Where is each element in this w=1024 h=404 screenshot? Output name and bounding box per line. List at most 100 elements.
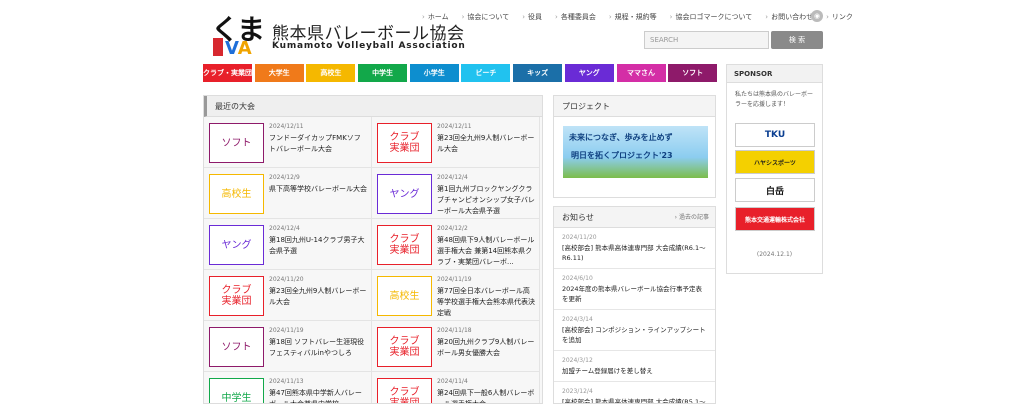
tournament-title[interactable]: 第1回九州ブロックヤングクラブチャンピオンシップ女子バレーボール大会県予選 — [437, 184, 535, 217]
category-tab[interactable]: キッズ — [513, 64, 563, 82]
topnav-officers[interactable]: 役員 — [522, 12, 542, 22]
recent-tournaments-title: 最近の大会 — [204, 96, 542, 117]
tournament-category-badge: ソフト — [209, 123, 264, 163]
tournament-date: 2024/12/11 — [437, 123, 472, 130]
news-item[interactable]: 2024/11/20 [高校部会] 熊本県高体連専門部 大会成績(R6.1～R6.… — [554, 228, 715, 269]
topnav-logo-mark[interactable]: 協会ロゴマークについて — [670, 12, 752, 22]
tournament-item[interactable]: クラブ 実業団 2024/11/18 第20回九州クラブ9人制バレーボール男女優勝大… — [372, 321, 540, 372]
tournament-category-badge: 中学生 — [209, 378, 264, 403]
news-item[interactable]: 2024/3/12 加盟チーム登録届けを差し替え — [554, 351, 715, 382]
tournament-item[interactable]: ソフト 2024/11/19 第18回 ソフトバレー生涯現役フェスティバルinやつし… — [204, 321, 372, 372]
category-tab[interactable]: ママさん — [616, 64, 666, 82]
tournament-item[interactable]: クラブ 実業団 2024/11/4 第24回県下一般6人制バレーボール選手権大会 — [372, 372, 540, 403]
category-tab[interactable]: ビーチ — [461, 64, 511, 82]
news-title-text[interactable]: [高校部会] 熊本県高体連専門部 大会成績(R6.1～R6.11) — [562, 243, 707, 263]
category-tab[interactable]: ソフト — [668, 64, 718, 82]
logo-red-bar — [213, 38, 223, 56]
sponsor-panel: SPONSOR 私たちは熊本県のバレーボーラーを応援します！ TKU ハヤシスポー… — [726, 64, 823, 274]
category-tab[interactable]: ヤング — [564, 64, 614, 82]
project-panel: プロジェクト 未来につなぎ、歩みを止めず 明日を拓くプロジェクト'23 — [553, 95, 716, 198]
category-tab[interactable]: クラブ・実業団 — [203, 64, 252, 82]
tournament-title[interactable]: フンドーダイカップFMKソフトバレーボール大会 — [269, 133, 367, 155]
news-list: 2024/11/20 [高校部会] 熊本県高体連専門部 大会成績(R6.1～R6.… — [554, 228, 715, 403]
past-articles-link[interactable]: › 過去の記事 — [675, 207, 709, 228]
top-navigation: ホーム 協会について 役員 各種委員会 規程・規約等 協会ロゴマークについて お… — [422, 12, 866, 22]
topnav-home[interactable]: ホーム — [422, 12, 449, 22]
tournament-title[interactable]: 県下高等学校バレーボール大会 — [269, 184, 367, 195]
tournament-title[interactable]: 第47回熊本県中学新人バレーボール大会兼県中学校 — [269, 388, 367, 403]
tournament-item[interactable]: ソフト 2024/12/11 フンドーダイカップFMKソフトバレーボール大会 — [204, 117, 372, 168]
news-item[interactable]: 2024/6/10 2024年度の熊本県バレーボール協会行事予定表を更新 — [554, 269, 715, 310]
rss-icon[interactable]: ◉ — [811, 10, 823, 22]
sponsor-logo[interactable]: ハヤシスポーツ — [735, 150, 815, 174]
tournament-title[interactable]: 第23回全九州9人制バレーボール大会 — [437, 133, 535, 155]
sponsor-logo[interactable]: 白岳 — [735, 178, 815, 202]
tournament-category-badge: クラブ 実業団 — [377, 327, 432, 367]
page: くま VA 熊本県バレーボール協会 Kumamoto Volleyball As… — [0, 0, 1024, 404]
category-tab[interactable]: 大学生 — [254, 64, 304, 82]
news-date: 2024/3/12 — [562, 357, 593, 364]
logo-va-mark: VA — [225, 38, 252, 59]
sponsor-title: SPONSOR — [727, 65, 822, 83]
tournament-title[interactable]: 第77回全日本バレーボール高等学校選手権大会熊本県代表決定戦 — [437, 286, 535, 319]
tournament-category-badge: クラブ 実業団 — [377, 123, 432, 163]
tournament-title[interactable]: 第24回県下一般6人制バレーボール選手権大会 — [437, 388, 535, 403]
topnav-committees[interactable]: 各種委員会 — [555, 12, 596, 22]
tournament-item[interactable]: クラブ 実業団 2024/12/11 第23回全九州9人制バレーボール大会 — [372, 117, 540, 168]
news-date: 2023/12/4 — [562, 388, 593, 395]
tournament-title[interactable]: 第18回 ソフトバレー生涯現役フェスティバルinやつしろ — [269, 337, 367, 359]
category-tab[interactable]: 高校生 — [306, 64, 356, 82]
tournament-category-badge: クラブ 実業団 — [377, 378, 432, 403]
tournament-date: 2024/12/4 — [269, 225, 300, 232]
news-title-text[interactable]: 加盟チーム登録届けを差し替え — [562, 366, 707, 376]
news-date: 2024/6/10 — [562, 275, 593, 282]
search-input[interactable]: SEARCH — [644, 31, 769, 49]
tournament-date: 2024/12/2 — [437, 225, 468, 232]
news-item[interactable]: 2024/3/14 [高校部会] コンポジション・ラインアップシートを追加 — [554, 310, 715, 351]
tournament-item[interactable]: 高校生 2024/11/19 第77回全日本バレーボール高等学校選手権大会熊本県代表… — [372, 270, 540, 321]
tournament-date: 2024/11/20 — [269, 276, 304, 283]
tournament-date: 2024/11/19 — [437, 276, 472, 283]
tournament-category-badge: クラブ 実業団 — [377, 225, 432, 265]
project-banner-line2: 明日を拓くプロジェクト'23 — [571, 151, 673, 160]
tournament-title[interactable]: 第23回全九州9人制バレーボール大会 — [269, 286, 367, 308]
tournament-date: 2024/12/4 — [437, 174, 468, 181]
tournament-date: 2024/12/9 — [269, 174, 300, 181]
search-button[interactable]: 検 索 — [771, 31, 823, 49]
tournament-title[interactable]: 第18回九州U-14クラブ男子大会県予選 — [269, 235, 367, 257]
tournament-category-badge: 高校生 — [377, 276, 432, 316]
tournament-item[interactable]: 高校生 2024/12/9 県下高等学校バレーボール大会 — [204, 168, 372, 219]
news-panel: お知らせ › 過去の記事 2024/11/20 [高校部会] 熊本県高体連専門部 … — [553, 206, 716, 404]
tournament-category-badge: ソフト — [209, 327, 264, 367]
past-articles-label: 過去の記事 — [678, 214, 709, 221]
sponsor-description: 私たちは熊本県のバレーボーラーを応援します！ — [735, 91, 814, 108]
tournament-category-badge: 高校生 — [209, 174, 264, 214]
news-title-text[interactable]: [高校部会] 熊本県高体連専門部 大会成績(R5.1～ — [562, 397, 707, 403]
tournament-item[interactable]: ヤング 2024/12/4 第1回九州ブロックヤングクラブチャンピオンシップ女子バレ… — [372, 168, 540, 219]
tournament-item[interactable]: クラブ 実業団 2024/12/2 第48回県下9人制バレーボール選手権大会 兼第1… — [372, 219, 540, 270]
topnav-links[interactable]: リンク — [826, 12, 853, 22]
tournament-date: 2024/11/13 — [269, 378, 304, 385]
news-title-text[interactable]: [高校部会] コンポジション・ラインアップシートを追加 — [562, 325, 707, 345]
topnav-rules[interactable]: 規程・規約等 — [609, 12, 657, 22]
tournament-item[interactable]: 中学生 2024/11/13 第47回熊本県中学新人バレーボール大会兼県中学校 — [204, 372, 372, 403]
recent-tournaments-grid: ソフト 2024/12/11 フンドーダイカップFMKソフトバレーボール大会 クラブ … — [204, 117, 542, 403]
topnav-about[interactable]: 協会について — [462, 12, 509, 22]
tournament-title[interactable]: 第48回県下9人制バレーボール選手権大会 兼第14回熊本県クラブ・実業団バレーボ… — [437, 235, 535, 268]
news-title-text[interactable]: 2024年度の熊本県バレーボール協会行事予定表を更新 — [562, 284, 707, 304]
tournament-date: 2024/11/18 — [437, 327, 472, 334]
site-logo[interactable]: くま VA — [211, 12, 271, 59]
project-title: プロジェクト — [554, 96, 715, 117]
category-tab[interactable]: 中学生 — [358, 64, 408, 82]
sponsor-logo[interactable]: TKU — [735, 123, 815, 147]
topnav-contact[interactable]: お問い合わせ — [765, 12, 813, 22]
tournament-item[interactable]: クラブ 実業団 2024/11/20 第23回全九州9人制バレーボール大会 — [204, 270, 372, 321]
tournament-item[interactable]: ヤング 2024/12/4 第18回九州U-14クラブ男子大会県予選 — [204, 219, 372, 270]
sponsor-logo[interactable]: 熊本交通運輸株式会社 — [735, 207, 815, 231]
category-tab[interactable]: 小学生 — [409, 64, 459, 82]
news-title-label: お知らせ — [562, 213, 594, 222]
news-date: 2024/11/20 — [562, 234, 597, 241]
tournament-title[interactable]: 第20回九州クラブ9人制バレーボール男女優勝大会 — [437, 337, 535, 359]
news-item[interactable]: 2023/12/4 [高校部会] 熊本県高体連専門部 大会成績(R5.1～ — [554, 382, 715, 403]
project-banner[interactable]: 未来につなぎ、歩みを止めず 明日を拓くプロジェクト'23 — [563, 126, 708, 178]
